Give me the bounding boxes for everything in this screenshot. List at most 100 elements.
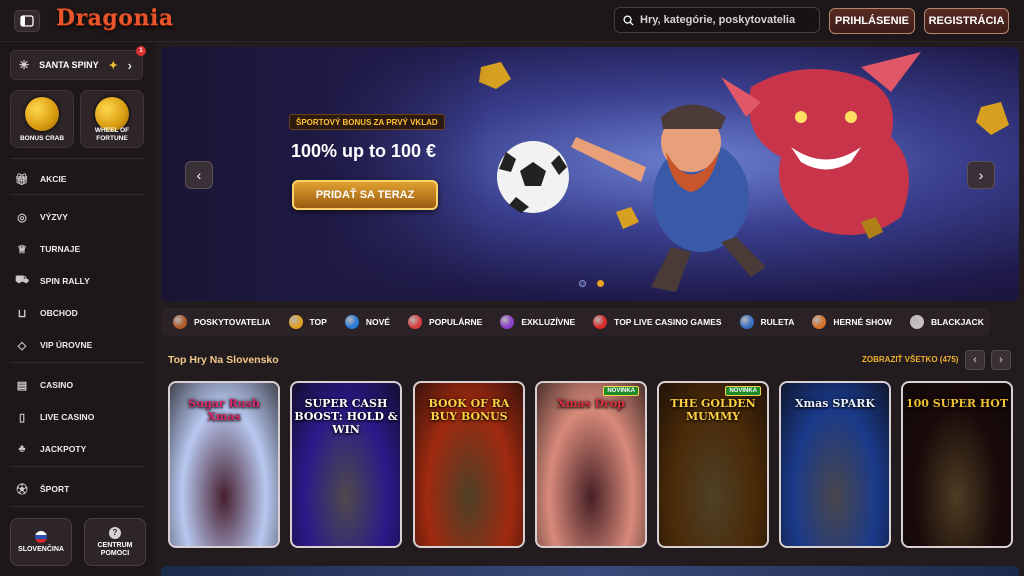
live-chip-icon xyxy=(593,315,608,329)
games-next-button[interactable]: › xyxy=(991,350,1011,370)
slot-machine-icon: ▤ xyxy=(16,379,28,392)
category-label: TOP xyxy=(309,317,327,327)
sidebar-item-label: VIP ÚROVNE xyxy=(40,340,93,350)
category-label: HERNÉ SHOW xyxy=(833,317,892,327)
promo-tag: ŠPORTOVÝ BONUS ZA PRVÝ VKLAD xyxy=(289,114,445,130)
carousel-dots xyxy=(579,280,604,287)
category-roulette[interactable]: RULETA xyxy=(739,315,794,329)
santa-spins-button[interactable]: ✳ SANTA SPINY ✦ › 1 xyxy=(10,46,146,80)
help-center-label: CENTRUM POMOCI xyxy=(97,541,133,557)
language-label: SLOVENČINA xyxy=(18,545,64,553)
divider xyxy=(10,194,144,195)
sidebar-item-sport[interactable]: ⚽︎ ŠPORT xyxy=(16,480,70,498)
sidebar-item-jackpoty[interactable]: ♣ JACKPOTY xyxy=(16,440,86,458)
wheel-of-fortune-label: WHEEL OF FORTUNE xyxy=(94,127,130,142)
category-label: NOVÉ xyxy=(365,317,390,327)
game-card[interactable]: Xmas SPARK xyxy=(779,381,891,548)
sidebar-item-obchod[interactable]: ⊔ OBCHOD xyxy=(16,304,78,322)
help-center-button[interactable]: ? CENTRUM POMOCI xyxy=(84,518,146,566)
search-input[interactable]: Hry, kategórie, poskytovatelia xyxy=(614,7,820,33)
sidebar-item-label: SPIN RALLY xyxy=(40,276,90,286)
cards-icon xyxy=(909,315,924,329)
divider xyxy=(10,362,144,363)
wheel-of-fortune-icon xyxy=(95,97,129,131)
sidebar-item-label: VÝZVY xyxy=(40,212,68,222)
dragonia-logo[interactable]: Dragonia xyxy=(56,5,174,35)
sidebar-item-label: OBCHOD xyxy=(40,308,78,318)
game-card[interactable]: THE GOLDEN MUMMY NOVINKA xyxy=(657,381,769,548)
sidebar-item-live-casino[interactable]: ▯ LIVE CASINO xyxy=(16,408,94,426)
soccer-ball-icon: ⚽︎ xyxy=(16,484,28,496)
register-button[interactable]: REGISTRÁCIA xyxy=(924,8,1009,34)
category-label: EXKLUZÍVNE xyxy=(521,317,576,327)
game-card[interactable]: BOOK OF RA BUY BONUS xyxy=(413,381,525,548)
game-card[interactable]: Sugar Rush Xmas xyxy=(168,381,280,548)
sidebar-item-spin-rally[interactable]: ⛟ SPIN RALLY xyxy=(15,272,90,290)
sidebar-item-label: CASINO xyxy=(40,380,74,390)
magic-wand-icon: ✦ xyxy=(108,59,118,72)
sidebar-item-vyzvy[interactable]: ◎ VÝZVY xyxy=(16,208,68,226)
chevron-right-icon: › xyxy=(999,354,1003,366)
category-popular[interactable]: POPULÁRNE xyxy=(407,315,483,329)
game-title: 100 SUPER HOT xyxy=(905,397,1009,410)
bonus-crab-tile[interactable]: BONUS CRAB xyxy=(10,90,74,148)
roulette-icon xyxy=(739,315,754,329)
game-title: THE GOLDEN MUMMY xyxy=(670,397,756,423)
game-title: Xmas Drop xyxy=(557,397,625,410)
category-blackjack[interactable]: BLACKJACK xyxy=(909,315,984,329)
medal-icon: ◎ xyxy=(17,211,27,224)
bonus-crab-label: BONUS CRAB xyxy=(19,135,65,142)
sidebar-item-label: LIVE CASINO xyxy=(40,412,95,422)
sidebar-toggle-button[interactable] xyxy=(14,10,40,32)
game-card[interactable]: Xmas Drop NOVINKA xyxy=(535,381,647,548)
promo-banner[interactable]: ŠPORTOVÝ BONUS ZA PRVÝ VKLAD 100% up to … xyxy=(161,47,1019,301)
chevron-right-icon: › xyxy=(127,58,132,73)
category-bar: POSKYTOVATELIA TOP NOVÉ POPULÁRNE EXKLUZ… xyxy=(161,308,990,336)
banner-next-button[interactable]: › xyxy=(967,161,995,189)
promo-title: 100% up to 100 € xyxy=(291,141,437,161)
sidebar-item-label: AKCIE xyxy=(40,174,67,184)
chevron-right-icon: › xyxy=(978,167,984,183)
next-section-preview xyxy=(161,566,1019,576)
carousel-dot[interactable] xyxy=(579,280,586,287)
sidebar-item-turnaje[interactable]: ♕ TURNAJE xyxy=(16,240,80,258)
login-button[interactable]: PRIHLÁSENIE xyxy=(829,8,915,34)
game-title: Xmas SPARK xyxy=(795,397,875,410)
game-card[interactable]: 100 SUPER HOT xyxy=(901,381,1013,548)
chevron-left-icon: ‹ xyxy=(196,167,202,183)
join-now-button[interactable]: PRIDAŤ SA TERAZ xyxy=(292,180,438,210)
category-exclusive[interactable]: EXKLUZÍVNE xyxy=(500,315,575,329)
banner-prev-button[interactable]: ‹ xyxy=(185,161,213,189)
category-label: POPULÁRNE xyxy=(428,317,483,327)
category-new[interactable]: NOVÉ xyxy=(344,315,390,329)
category-top[interactable]: TOP xyxy=(288,315,327,329)
sidebar: ✳ SANTA SPINY ✦ › 1 BONUS CRAB WHEEL OF … xyxy=(0,42,156,576)
games-prev-button[interactable]: ‹ xyxy=(965,350,985,370)
game-title: BOOK OF RA BUY BONUS xyxy=(428,397,510,423)
help-icon: ? xyxy=(109,526,121,539)
sidebar-item-casino[interactable]: ▤ CASINO xyxy=(16,376,73,394)
clover-icon: ♣ xyxy=(18,443,26,455)
wheel-of-fortune-tile[interactable]: WHEEL OF FORTUNE xyxy=(80,90,144,148)
gift-icon: 🎁︎ xyxy=(15,173,29,186)
notification-badge: 1 xyxy=(136,46,146,56)
sidebar-item-akcie[interactable]: 🎁︎ AKCIE xyxy=(15,170,67,188)
view-all-link[interactable]: ZOBRAZIŤ VŠETKO (475) xyxy=(862,355,958,364)
diamond-icon: ◇ xyxy=(17,339,27,352)
category-providers[interactable]: POSKYTOVATELIA xyxy=(173,315,271,329)
sidebar-toggle-icon xyxy=(20,15,34,27)
carousel-dot-active[interactable] xyxy=(597,280,604,287)
game-show-icon xyxy=(812,315,827,329)
sidebar-item-vip[interactable]: ◇ VIP ÚROVNE xyxy=(16,336,93,354)
category-top-live[interactable]: TOP LIVE CASINO GAMES xyxy=(593,315,722,329)
game-card[interactable]: SUPER CASH BOOST: HOLD & WIN xyxy=(290,381,402,548)
sidebar-item-label: TURNAJE xyxy=(40,244,81,254)
category-label: POSKYTOVATELIA xyxy=(194,317,271,327)
search-icon xyxy=(623,14,634,26)
category-game-show[interactable]: HERNÉ SHOW xyxy=(812,315,892,329)
language-selector[interactable]: SLOVENČINA xyxy=(10,518,72,566)
search-placeholder: Hry, kategórie, poskytovatelia xyxy=(640,14,796,26)
sidebar-item-label: JACKPOTY xyxy=(40,444,87,454)
star-icon xyxy=(288,315,303,329)
divider xyxy=(10,466,144,467)
